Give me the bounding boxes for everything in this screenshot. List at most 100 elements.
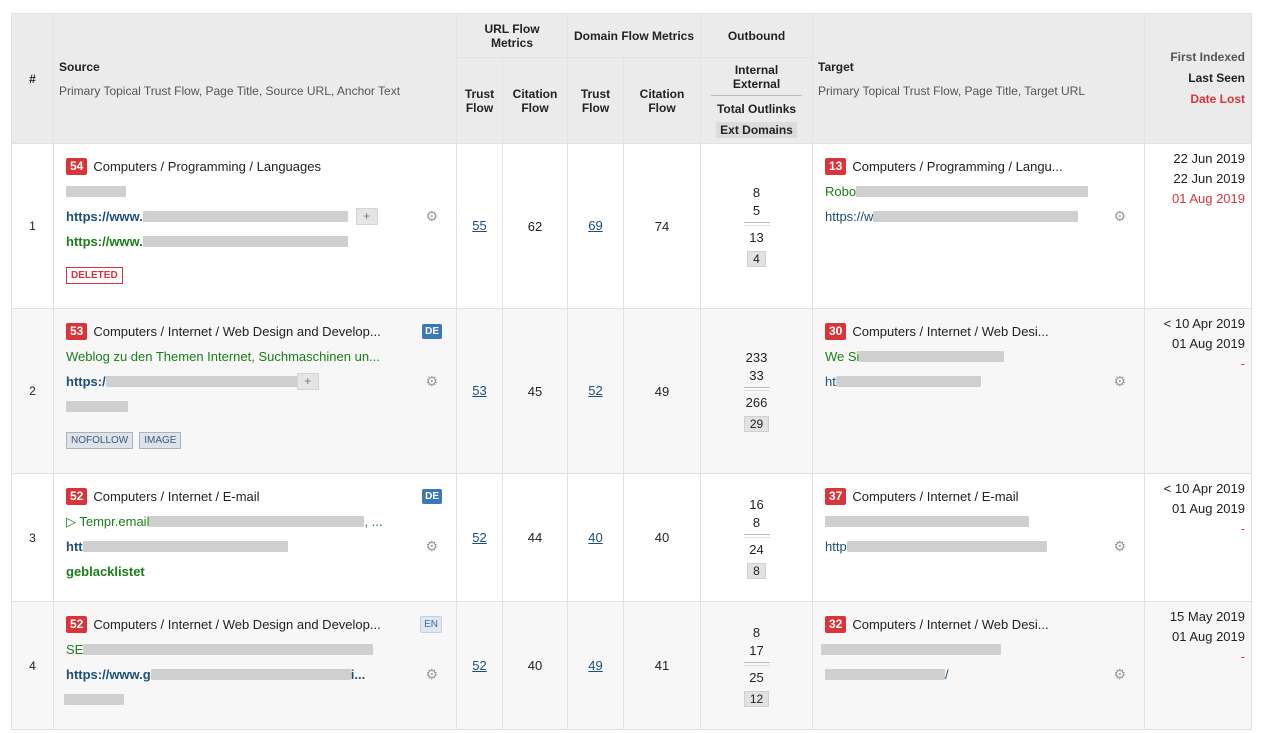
column-target[interactable]: Target Primary Topical Trust Flow, Page …: [812, 13, 1145, 144]
column-outbound-sub[interactable]: Internal External Total Outlinks Ext Dom…: [700, 57, 813, 144]
topical-category: Computers / Internet / E-mail: [852, 489, 1019, 504]
table-row: 2 53 Computers / Internet / Web Design an…: [11, 308, 1252, 474]
total-outlinks-count: 13: [749, 230, 764, 245]
topical-category: Computers / Programming / Langu...: [852, 159, 1063, 174]
domain-trust-flow-cell[interactable]: 40: [567, 473, 624, 602]
redacted-title: [821, 644, 1001, 655]
redacted-url: [835, 376, 981, 387]
date-lost-heading: Date Lost: [1190, 92, 1245, 106]
last-seen-date: 01 Aug 2019: [1171, 629, 1245, 644]
url-trust-flow-cell[interactable]: 53: [456, 308, 503, 474]
external-count: 17: [749, 642, 764, 658]
column-source[interactable]: Source Primary Topical Trust Flow, Page …: [53, 13, 457, 144]
backlinks-table-wrapper: # Source Primary Topical Trust Flow, Pag…: [11, 13, 1252, 730]
source-url-link[interactable]: https:/: [66, 374, 106, 389]
target-url-link[interactable]: https://w: [825, 209, 873, 224]
last-seen-date: 01 Aug 2019: [1171, 501, 1245, 516]
date-lost: -: [1240, 356, 1245, 371]
external-count: 33: [749, 368, 764, 383]
outbound-cell: 8 5 13 4: [700, 143, 813, 309]
source-url-link[interactable]: https://www.g: [66, 667, 151, 682]
anchor-text: geblacklistet: [66, 564, 145, 579]
first-indexed-date: < 10 Apr 2019: [1163, 316, 1245, 331]
total-outlinks-heading: Total Outlinks: [716, 102, 797, 116]
external-count: 8: [752, 514, 761, 530]
last-seen-date: 01 Aug 2019: [1171, 336, 1245, 351]
domain-trust-flow-link[interactable]: 52: [588, 383, 602, 398]
domain-trust-flow-cell[interactable]: 49: [567, 601, 624, 730]
dates-cell: 15 May 2019 01 Aug 2019 -: [1144, 601, 1252, 730]
column-dates[interactable]: First Indexed Last Seen Date Lost: [1144, 13, 1252, 144]
target-url-link[interactable]: ht: [825, 374, 836, 389]
redacted-url: [142, 211, 348, 222]
internal-count: 8: [752, 185, 761, 200]
source-url-link[interactable]: https://www.: [66, 209, 143, 224]
internal-count: 233: [745, 350, 768, 365]
gear-icon[interactable]: ⚙: [425, 208, 438, 225]
domain-trust-flow-link[interactable]: 49: [588, 658, 602, 673]
image-tag: IMAGE: [139, 432, 182, 449]
column-url-trust-flow[interactable]: Trust Flow: [456, 57, 503, 144]
first-indexed-date: 22 Jun 2019: [1173, 151, 1245, 166]
source-cell: 54 Computers / Programming / Languages ht…: [53, 143, 457, 309]
gear-icon[interactable]: ⚙: [1113, 666, 1126, 683]
domain-citation-flow-cell: 74: [623, 143, 701, 309]
domain-citation-flow-cell: 49: [623, 308, 701, 474]
anchor-text: https://www.: [66, 234, 143, 249]
source-url-link[interactable]: htt: [66, 539, 83, 554]
internal-count: 16: [749, 496, 764, 512]
domain-citation-flow-cell: 40: [623, 473, 701, 602]
gear-icon[interactable]: ⚙: [1113, 373, 1126, 390]
url-trust-flow-link[interactable]: 52: [472, 658, 486, 673]
domain-trust-flow-link[interactable]: 40: [588, 530, 602, 545]
url-trust-flow-link[interactable]: 55: [472, 218, 486, 233]
external-count: 5: [752, 203, 761, 218]
gear-icon[interactable]: ⚙: [425, 666, 438, 683]
column-domain-citation-flow[interactable]: Citation Flow: [623, 57, 701, 144]
date-lost: -: [1240, 521, 1245, 536]
url-trust-flow-cell[interactable]: 52: [456, 473, 503, 602]
redacted-title: [66, 186, 126, 197]
column-domain-trust-flow[interactable]: Trust Flow: [567, 57, 624, 144]
plus-icon[interactable]: +: [355, 208, 378, 225]
last-seen-date: 22 Jun 2019: [1173, 171, 1245, 186]
column-url-citation-flow[interactable]: Citation Flow: [502, 57, 568, 144]
column-domain-flow-metrics: Domain Flow Metrics: [567, 13, 701, 58]
url-trust-flow-link[interactable]: 53: [472, 383, 486, 398]
url-trust-flow-cell[interactable]: 52: [456, 601, 503, 730]
external-heading: External: [711, 77, 802, 96]
topical-category: Computers / Internet / Web Design and De…: [93, 617, 381, 632]
ext-domains-count: 29: [743, 416, 770, 432]
topical-category: Computers / Internet / Web Desi...: [852, 324, 1049, 339]
redacted-url: [873, 211, 1079, 222]
ext-domains-count: 12: [743, 690, 770, 707]
topical-category: Computers / Internet / Web Desi...: [852, 617, 1049, 632]
url-citation-flow-cell: 44: [502, 473, 568, 602]
url-trust-flow-link[interactable]: 52: [472, 530, 486, 545]
gear-icon[interactable]: ⚙: [425, 373, 438, 390]
internal-heading: Internal: [734, 63, 779, 77]
plus-icon[interactable]: +: [296, 373, 319, 390]
source-title: ▷ Tempr.email: [66, 513, 150, 529]
gear-icon[interactable]: ⚙: [1113, 538, 1126, 555]
domain-trust-flow-link[interactable]: 69: [588, 218, 602, 233]
gear-icon[interactable]: ⚙: [425, 538, 438, 555]
domain-trust-flow-cell[interactable]: 52: [567, 308, 624, 474]
domain-trust-flow-cell[interactable]: 69: [567, 143, 624, 309]
target-cell: 37 Computers / Internet / E-mail http ⚙: [812, 473, 1145, 602]
target-url-link[interactable]: http: [825, 539, 847, 554]
ext-domains-count: 8: [747, 562, 766, 579]
redacted-url: [846, 541, 1047, 552]
ext-domains-heading: Ext Domains: [716, 122, 797, 138]
source-cell: 53 Computers / Internet / Web Design and …: [53, 308, 457, 474]
backlinks-table: # Source Primary Topical Trust Flow, Pag…: [11, 13, 1252, 730]
url-citation-flow-cell: 40: [502, 601, 568, 730]
outbound-divider: [743, 222, 770, 226]
dates-cell: < 10 Apr 2019 01 Aug 2019 -: [1144, 473, 1252, 602]
source-cell: 52 Computers / Internet / E-mail DE ▷ Temp…: [53, 473, 457, 602]
outbound-cell: 8 17 25 12: [700, 601, 813, 730]
gear-icon[interactable]: ⚙: [1113, 208, 1126, 225]
trust-flow-badge: 37: [825, 488, 847, 505]
total-outlinks-count: 24: [749, 541, 764, 557]
url-trust-flow-cell[interactable]: 55: [456, 143, 503, 309]
